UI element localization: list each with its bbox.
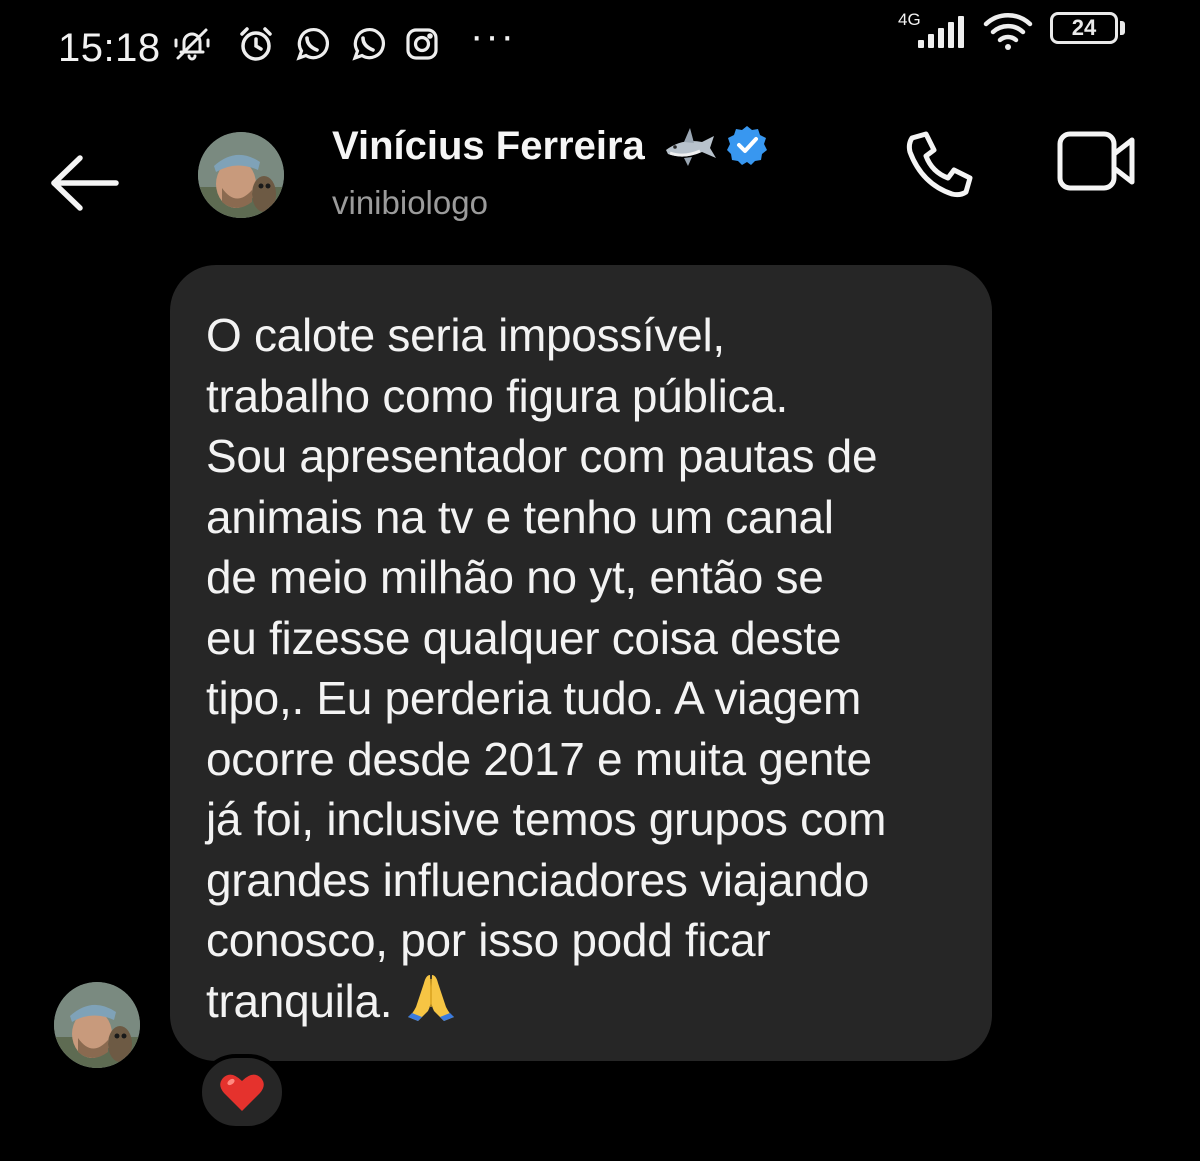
status-time: 15:18 <box>58 26 161 70</box>
battery-icon: 24 <box>1050 12 1118 44</box>
phone-icon <box>906 131 973 198</box>
call-button[interactable] <box>900 126 982 200</box>
arrow-left-icon <box>51 155 119 211</box>
red-heart-icon <box>220 1074 264 1111</box>
instagram-icon <box>402 24 442 64</box>
signal-icon <box>914 14 970 50</box>
sender-avatar[interactable] <box>54 982 140 1068</box>
shark-icon <box>662 120 718 172</box>
contact-username[interactable]: vinibiologo <box>332 184 488 222</box>
wifi-icon <box>982 10 1034 52</box>
whatsapp-icon <box>348 24 388 64</box>
mute-bell-icon <box>172 24 212 64</box>
message-bubble[interactable]: O calote seria impossível, trabalho como… <box>170 265 992 1061</box>
video-call-button[interactable] <box>1052 126 1138 196</box>
message-text: O calote seria impossível, trabalho como… <box>206 309 887 1027</box>
more-notifications: ··· <box>470 14 516 58</box>
contact-name[interactable]: Vinícius Ferreira <box>332 124 645 169</box>
battery-tip <box>1120 21 1125 35</box>
heart-reaction[interactable] <box>198 1054 286 1130</box>
contact-avatar[interactable] <box>198 132 284 218</box>
battery-level: 24 <box>1071 15 1097 40</box>
verified-badge-icon <box>726 124 768 166</box>
status-bar: 15:18 ··· 4G 24 <box>0 0 1200 90</box>
back-button[interactable] <box>44 148 124 218</box>
whatsapp-icon <box>292 24 332 64</box>
alarm-icon <box>236 24 276 64</box>
video-camera-icon <box>1057 131 1135 191</box>
folded-hands-icon <box>406 971 456 1023</box>
